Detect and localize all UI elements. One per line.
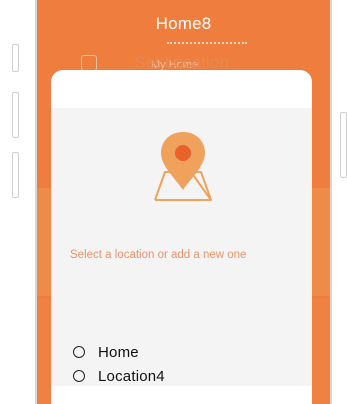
map-pin-icon [154,132,212,201]
phone-volume-up [12,92,19,138]
page-title: Home8 [155,14,212,33]
location-option-label: Location4 [98,367,165,385]
location-option-home[interactable]: Home [73,342,139,362]
dialog-prompt: Select a location or add a new one [70,249,247,261]
location-option-location4[interactable]: Location4 [73,366,165,386]
phone-frame-left [17,0,37,404]
phone-mute-switch [12,44,19,72]
phone-volume-down [12,152,19,198]
subtitle-placeholder [167,42,247,46]
dialog-title: Set Location [134,53,229,72]
phone-screenshot: Home8 My Home Set Location Select a loca… [0,0,347,404]
radio-icon[interactable] [73,346,85,358]
location-option-label: Home [98,343,139,361]
radio-icon[interactable] [73,370,85,382]
phone-power-button [340,112,347,178]
phone-frame-right [330,0,347,404]
